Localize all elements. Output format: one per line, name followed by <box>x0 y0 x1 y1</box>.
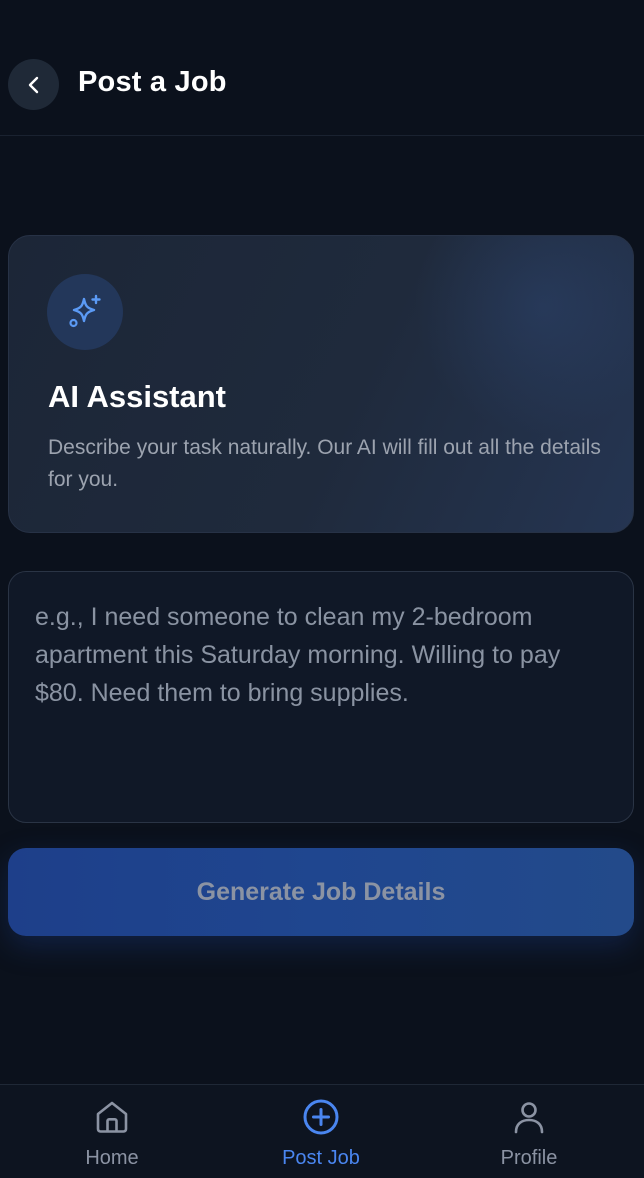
nav-item-post-job[interactable]: Post Job <box>241 1085 401 1178</box>
sparkle-badge <box>47 274 123 350</box>
nav-item-profile[interactable]: Profile <box>449 1085 609 1178</box>
chevron-left-icon <box>28 76 38 93</box>
ai-assistant-card: AI Assistant Describe your task naturall… <box>8 235 634 533</box>
page-title: Post a Job <box>78 66 227 98</box>
ai-assistant-title: AI Assistant <box>48 379 227 414</box>
generate-job-details-button[interactable]: Generate Job Details <box>8 848 634 936</box>
back-button[interactable] <box>8 59 59 110</box>
app-header: Post a Job <box>0 0 644 136</box>
ai-assistant-description: Describe your task naturally. Our AI wil… <box>48 436 601 491</box>
nav-item-home[interactable]: Home <box>32 1085 192 1178</box>
user-icon <box>514 1102 544 1134</box>
sparkles-icon <box>69 294 101 328</box>
nav-label-home: Home <box>85 1147 139 1169</box>
plus-circle-icon <box>303 1099 339 1135</box>
nav-label-profile: Profile <box>500 1147 558 1169</box>
home-icon <box>96 1101 128 1133</box>
bottom-navigation: Home Post Job Profile <box>0 1084 644 1178</box>
task-description-input[interactable] <box>8 571 634 823</box>
nav-label-post-job: Post Job <box>282 1147 360 1169</box>
post-job-screen: Post a Job AI Assistant Describe your ta… <box>0 0 644 1178</box>
